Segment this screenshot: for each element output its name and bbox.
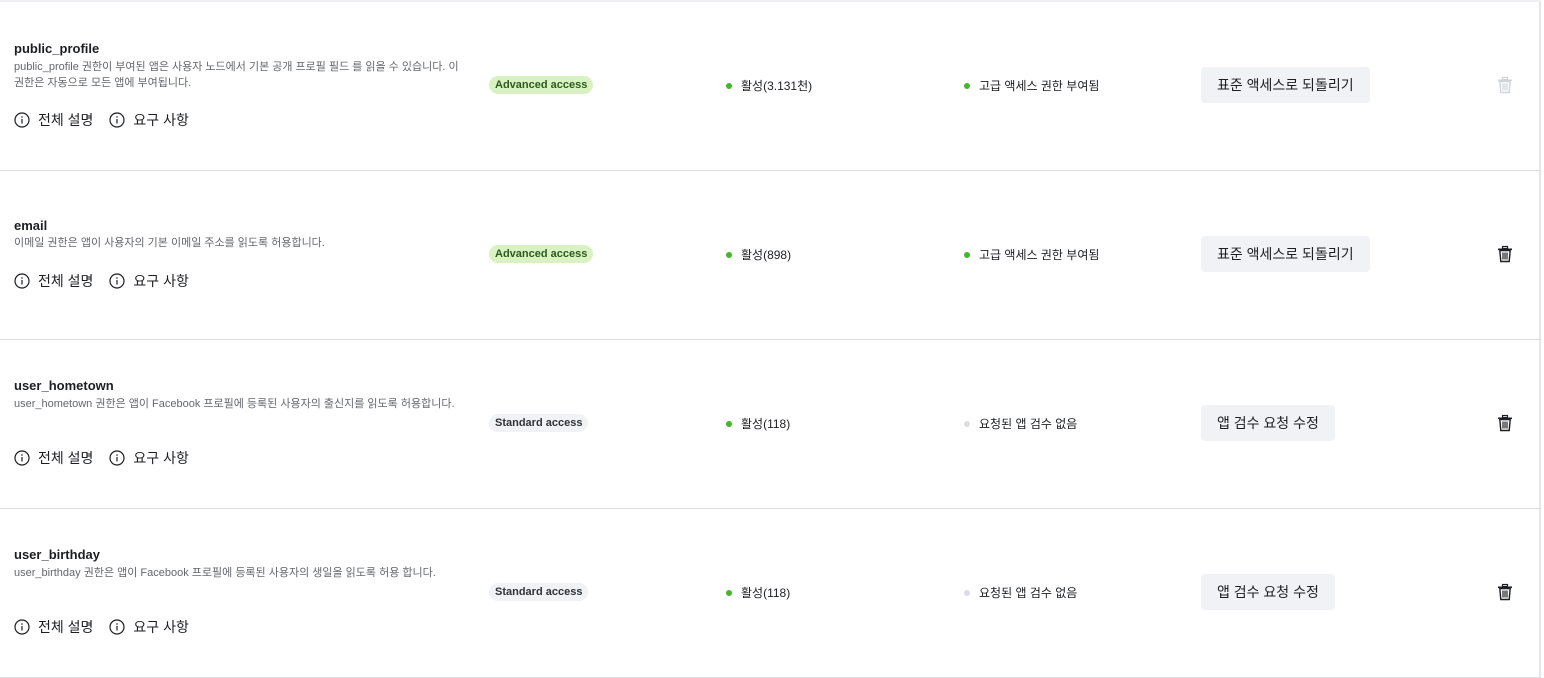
requirements-label: 요구 사항 <box>133 273 189 289</box>
permission-row-user-hometown: user_hometown user_hometown 권한은 앱이 Faceb… <box>0 340 1541 509</box>
full-description-label: 전체 설명 <box>38 112 94 128</box>
requirements-link[interactable]: 요구 사항 <box>109 110 189 130</box>
activity-status: 활성(898) <box>726 246 791 263</box>
permission-name: public_profile <box>14 41 100 56</box>
review-status-text: 고급 액세스 권한 부여됨 <box>979 248 1100 262</box>
status-dot-gray <box>964 420 970 427</box>
activity-status: 활성(118) <box>726 584 790 601</box>
permission-description: user_hometown 권한은 앱이 Facebook 프로필에 등록된 사… <box>14 398 455 410</box>
trash-icon[interactable] <box>1496 414 1514 432</box>
full-description-label: 전체 설명 <box>38 273 94 289</box>
activity-status-text: 활성(898) <box>741 248 792 262</box>
activity-status: 활성(118) <box>726 415 790 432</box>
full-description-link[interactable]: 전체 설명 <box>14 271 93 291</box>
review-status: 고급 액세스 권한 부여됨 <box>964 77 1099 94</box>
permission-description: user_birthday 권한은 앱이 Facebook 프로필에 등록된 사… <box>14 567 436 579</box>
permission-row-public-profile: public_profile public_profile 권한이 부여된 앱은… <box>0 2 1541 171</box>
access-badge: Standard access <box>489 414 589 432</box>
permission-description: public_profile 권한이 부여된 앱은 사용자 노드에서 기본 공개… <box>14 61 459 89</box>
trash-icon[interactable] <box>1496 583 1514 601</box>
requirements-link[interactable]: 요구 사항 <box>109 271 189 291</box>
full-description-link[interactable]: 전체 설명 <box>14 110 93 130</box>
info-circle-icon <box>14 273 30 289</box>
permission-row-email: email 이메일 권한은 앱이 사용자의 기본 이메일 주소를 읽도록 허용합… <box>0 171 1541 340</box>
permissions-table: public_profile public_profile 권한이 부여된 앱은… <box>0 0 1541 678</box>
review-status: 요청된 앱 검수 없음 <box>964 415 1077 432</box>
trash-icon <box>1498 76 1512 94</box>
trash-icon[interactable] <box>1496 245 1514 263</box>
status-dot-green <box>726 251 732 258</box>
revert-to-standard-button[interactable]: 표준 액세스로 되돌리기 <box>1201 236 1370 272</box>
requirements-link[interactable]: 요구 사항 <box>109 448 189 468</box>
permission-name: user_hometown <box>14 378 114 393</box>
status-dot-green <box>726 420 732 427</box>
review-status-text: 요청된 앱 검수 없음 <box>979 417 1078 431</box>
review-status-text: 고급 액세스 권한 부여됨 <box>979 79 1100 93</box>
activity-status-text: 활성(3.131천) <box>741 79 813 93</box>
full-description-label: 전체 설명 <box>38 450 94 466</box>
permission-links: 전체 설명 요구 사항 <box>14 110 189 130</box>
info-circle-icon <box>109 112 126 128</box>
info-circle-icon <box>14 619 30 635</box>
status-dot-green <box>964 82 970 89</box>
full-description-link[interactable]: 전체 설명 <box>14 448 93 468</box>
full-description-link[interactable]: 전체 설명 <box>14 617 93 637</box>
status-dot-green <box>964 251 970 258</box>
review-status: 요청된 앱 검수 없음 <box>964 584 1077 601</box>
info-circle-icon <box>109 273 126 289</box>
permission-links: 전체 설명 요구 사항 <box>14 448 189 468</box>
requirements-link[interactable]: 요구 사항 <box>109 617 189 637</box>
status-dot-green <box>726 589 732 596</box>
status-dot-gray <box>964 589 970 596</box>
permission-name: email <box>14 218 48 233</box>
full-description-label: 전체 설명 <box>38 619 94 635</box>
permission-links: 전체 설명 요구 사항 <box>14 271 189 291</box>
requirements-label: 요구 사항 <box>133 450 189 466</box>
status-dot-green <box>726 82 732 89</box>
permission-row-user-birthday: user_birthday user_birthday 권한은 앱이 Faceb… <box>0 509 1541 678</box>
access-badge: Advanced access <box>489 76 594 94</box>
review-status: 고급 액세스 권한 부여됨 <box>964 246 1099 263</box>
access-badge: Advanced access <box>489 245 594 263</box>
permission-links: 전체 설명 요구 사항 <box>14 617 189 637</box>
activity-status-text: 활성(118) <box>741 586 791 600</box>
access-badge: Standard access <box>489 583 589 601</box>
activity-status-text: 활성(118) <box>741 417 791 431</box>
activity-status: 활성(3.131천) <box>726 77 812 94</box>
edit-app-review-request-button[interactable]: 앱 검수 요청 수정 <box>1201 405 1335 441</box>
edit-app-review-request-button[interactable]: 앱 검수 요청 수정 <box>1201 574 1335 610</box>
info-circle-icon <box>14 112 30 128</box>
revert-to-standard-button[interactable]: 표준 액세스로 되돌리기 <box>1201 67 1370 103</box>
permission-description: 이메일 권한은 앱이 사용자의 기본 이메일 주소를 읽도록 허용합니다. <box>14 237 325 249</box>
info-circle-icon <box>14 450 30 466</box>
info-circle-icon <box>109 619 126 635</box>
permission-name: user_birthday <box>14 547 100 562</box>
info-circle-icon <box>109 450 126 466</box>
review-status-text: 요청된 앱 검수 없음 <box>979 586 1078 600</box>
requirements-label: 요구 사항 <box>133 619 189 635</box>
requirements-label: 요구 사항 <box>133 112 189 128</box>
